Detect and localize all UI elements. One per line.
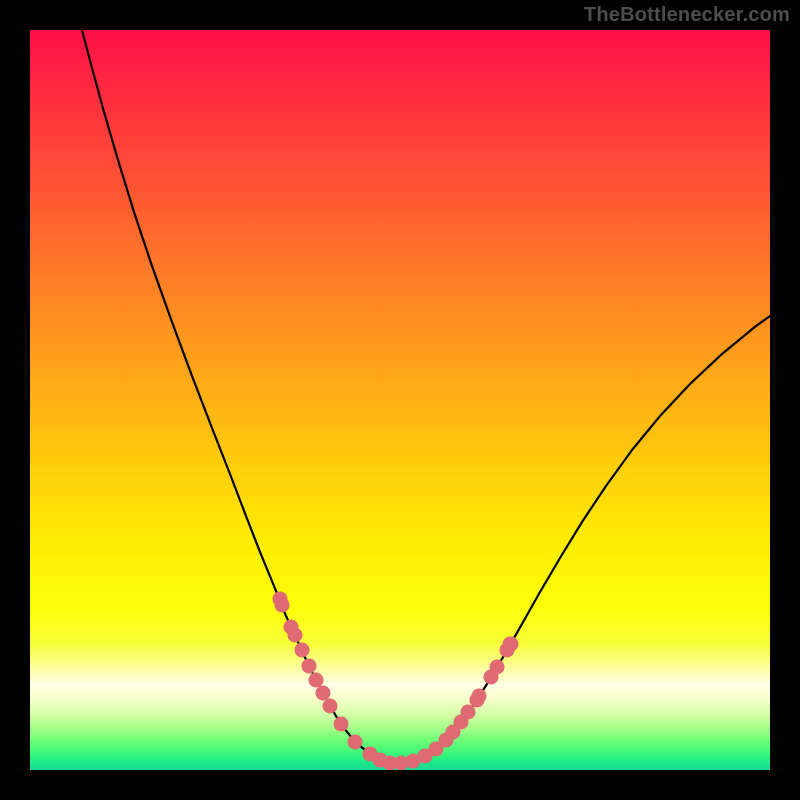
data-markers <box>273 592 519 771</box>
left-curve <box>82 30 390 763</box>
watermark-text: TheBottlenecker.com <box>584 4 790 27</box>
data-marker <box>490 660 505 675</box>
data-marker <box>472 689 487 704</box>
data-marker <box>302 659 317 674</box>
data-marker <box>309 673 324 688</box>
data-marker <box>323 699 338 714</box>
data-marker <box>316 686 331 701</box>
data-marker <box>288 628 303 643</box>
data-marker <box>348 735 363 750</box>
data-marker <box>295 643 310 658</box>
chart-frame: TheBottlenecker.com <box>0 0 800 800</box>
data-marker <box>334 717 349 732</box>
data-marker <box>275 598 290 613</box>
data-marker <box>504 637 519 652</box>
right-curve <box>390 316 770 763</box>
chart-svg <box>30 30 770 770</box>
plot-area <box>30 30 770 770</box>
data-marker <box>461 705 476 720</box>
